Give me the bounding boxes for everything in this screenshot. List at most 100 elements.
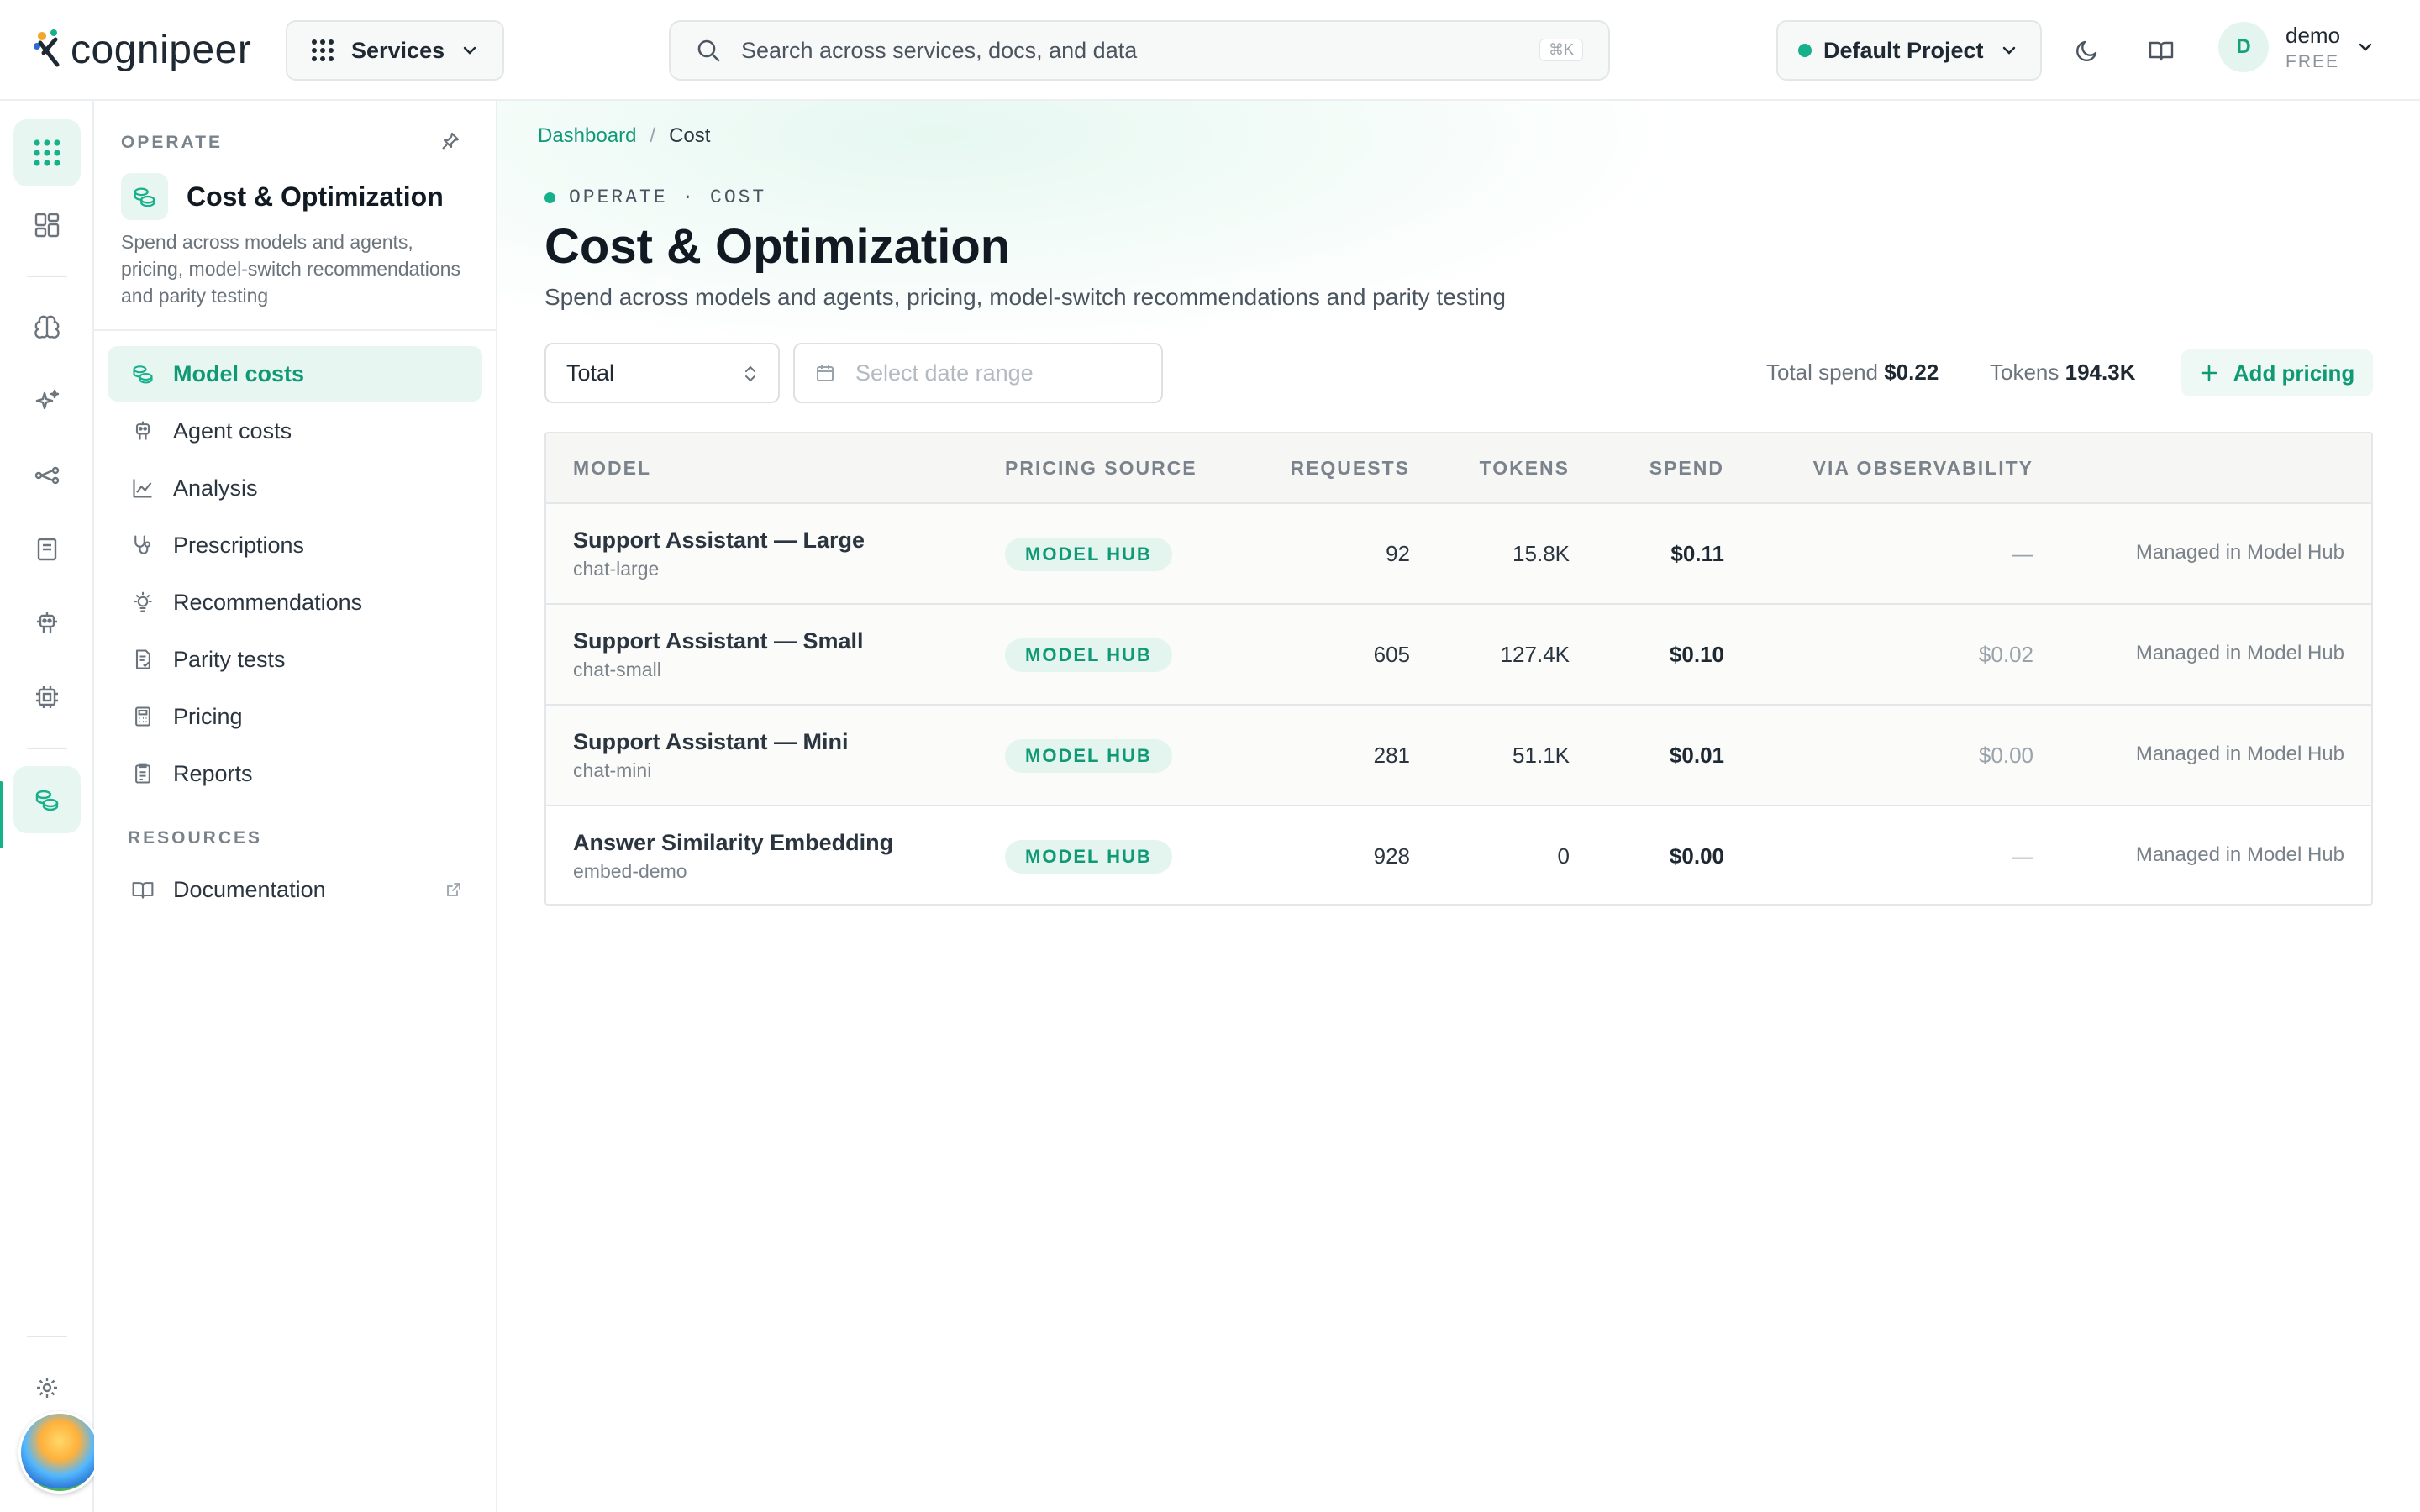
rail-item-dashboard[interactable] xyxy=(13,192,81,259)
eyebrow-dot xyxy=(544,192,555,203)
breadcrumb: Dashboard / Cost xyxy=(538,124,710,148)
coins-icon xyxy=(134,187,155,207)
column-header-pricing-source[interactable]: PRICING SOURCE xyxy=(1005,457,1197,480)
rail-item-ai[interactable] xyxy=(13,368,81,435)
table-row[interactable]: Support Assistant — Large chat-large MOD… xyxy=(546,504,2371,605)
section-icon xyxy=(121,173,168,220)
eyebrow-text: OPERATE · COST xyxy=(569,186,767,208)
add-pricing-button[interactable]: Add pricing xyxy=(2181,349,2373,396)
column-header-tokens[interactable]: TOKENS xyxy=(1480,457,1570,480)
model-name: Support Assistant — Mini xyxy=(573,729,849,754)
rail-item-settings[interactable] xyxy=(13,1354,81,1421)
table-row[interactable]: Support Assistant — Small chat-small MOD… xyxy=(546,605,2371,706)
rail-item-home[interactable] xyxy=(13,119,81,186)
aggregation-select[interactable]: Total xyxy=(544,343,780,403)
model-costs-table: MODEL PRICING SOURCE REQUESTS TOKENS SPE… xyxy=(544,432,2373,906)
table-row[interactable]: Support Assistant — Mini chat-mini MODEL… xyxy=(546,706,2371,806)
aggregation-select-value: Total xyxy=(566,360,615,386)
sidebar-item-label: Prescriptions xyxy=(173,532,305,558)
sidebar-item-label: Pricing xyxy=(173,703,243,729)
date-range-input[interactable] xyxy=(855,360,1141,386)
chevron-updown-icon xyxy=(745,365,755,382)
model-name: Support Assistant — Small xyxy=(573,628,864,654)
section-header: Cost & Optimization xyxy=(121,173,444,220)
search-shortcut: ⌘K xyxy=(1539,39,1583,61)
rail-item-compute[interactable] xyxy=(13,664,81,731)
calendar-icon xyxy=(817,365,834,381)
column-header-model[interactable]: MODEL xyxy=(573,457,651,480)
rail-item-models[interactable] xyxy=(13,294,81,361)
requests-cell: 928 xyxy=(1373,843,1410,869)
sidebar-item-parity-tests[interactable]: Parity tests xyxy=(108,632,482,687)
sidebar-item-analysis[interactable]: Analysis xyxy=(108,460,482,516)
main-content: Dashboard / Cost OPERATE · COST Cost & O… xyxy=(497,101,2420,1512)
rail-item-docs[interactable] xyxy=(13,516,81,583)
breadcrumb-dashboard[interactable]: Dashboard xyxy=(538,124,636,148)
section-title: Cost & Optimization xyxy=(187,181,444,212)
sidebar-item-pricing[interactable]: Pricing xyxy=(108,689,482,744)
requests-cell: 92 xyxy=(1386,541,1410,566)
sidebar-item-recommendations[interactable]: Recommendations xyxy=(108,575,482,630)
top-bar: cognipeer Services ⌘K Default Project D … xyxy=(0,0,2420,101)
rail-item-agents[interactable] xyxy=(13,590,81,657)
project-status-dot xyxy=(1798,44,1812,57)
observability-cell: $0.00 xyxy=(1978,743,2033,768)
sidebar-item-label: Recommendations xyxy=(173,589,363,615)
observability-cell: — xyxy=(2012,843,2033,869)
rail-divider xyxy=(27,276,67,277)
user-menu[interactable]: D demo FREE xyxy=(2218,22,2374,72)
services-button[interactable]: Services xyxy=(286,20,504,81)
spend-cell: $0.10 xyxy=(1669,642,1724,667)
project-label: Default Project xyxy=(1823,37,1984,63)
pin-button[interactable] xyxy=(440,131,460,151)
sidebar-item-agent-costs[interactable]: Agent costs xyxy=(108,403,482,459)
rail-divider xyxy=(27,1336,67,1337)
sidebar-item-label: Parity tests xyxy=(173,646,286,672)
sidebar-item-documentation[interactable]: Documentation xyxy=(108,862,482,917)
search-icon xyxy=(697,39,720,62)
external-link-icon xyxy=(447,883,460,896)
total-spend-value: $0.22 xyxy=(1884,360,1939,385)
search-input[interactable] xyxy=(741,37,1497,64)
global-search[interactable]: ⌘K xyxy=(669,20,1610,81)
pricing-source-badge: MODEL HUB xyxy=(1005,538,1172,571)
book-open-icon xyxy=(132,882,154,899)
table-row[interactable]: Answer Similarity Embedding embed-demo M… xyxy=(546,806,2371,904)
observability-cell: — xyxy=(2012,541,2033,566)
resources-label: RESOURCES xyxy=(128,828,263,848)
document-icon xyxy=(37,538,57,561)
sidebar-item-label: Documentation xyxy=(173,876,326,902)
sidebar-item-label: Reports xyxy=(173,760,253,786)
chart-icon xyxy=(133,479,152,498)
brand-logo[interactable]: cognipeer xyxy=(32,22,251,77)
clipboard-check-icon xyxy=(135,649,150,669)
date-range-picker[interactable] xyxy=(793,343,1163,403)
sidebar-item-prescriptions[interactable]: Prescriptions xyxy=(108,517,482,573)
model-name: Support Assistant — Large xyxy=(573,528,865,553)
section-label: OPERATE xyxy=(121,133,223,152)
avatar: D xyxy=(2218,22,2269,72)
coins-icon xyxy=(133,365,153,384)
sidebar-item-reports[interactable]: Reports xyxy=(108,746,482,801)
robot-icon xyxy=(37,612,57,633)
rail-item-cost[interactable] xyxy=(13,766,81,833)
pricing-source-badge: MODEL HUB xyxy=(1005,739,1172,773)
rail-item-workflows[interactable] xyxy=(13,442,81,509)
workspace-avatar[interactable] xyxy=(18,1411,101,1494)
workflow-icon xyxy=(34,466,60,485)
add-pricing-label: Add pricing xyxy=(2233,360,2355,386)
project-selector[interactable]: Default Project xyxy=(1776,20,2042,81)
managed-note: Managed in Model Hub xyxy=(2135,743,2344,765)
tokens-stat: Tokens 194.3K xyxy=(1990,360,2135,386)
theme-toggle-button[interactable] xyxy=(2067,30,2107,71)
robot-icon xyxy=(135,421,150,440)
column-header-spend[interactable]: SPEND xyxy=(1649,457,1724,480)
sidebar-item-model-costs[interactable]: Model costs xyxy=(108,346,482,402)
column-header-via-observability[interactable]: VIA OBSERVABILITY xyxy=(1813,457,2033,480)
column-header-requests[interactable]: REQUESTS xyxy=(1290,457,1410,480)
docs-button[interactable] xyxy=(2141,30,2181,71)
calculator-icon xyxy=(135,706,150,727)
tokens-cell: 15.8K xyxy=(1512,541,1570,566)
pricing-source-badge: MODEL HUB xyxy=(1005,840,1172,874)
tokens-cell: 0 xyxy=(1557,843,1570,869)
